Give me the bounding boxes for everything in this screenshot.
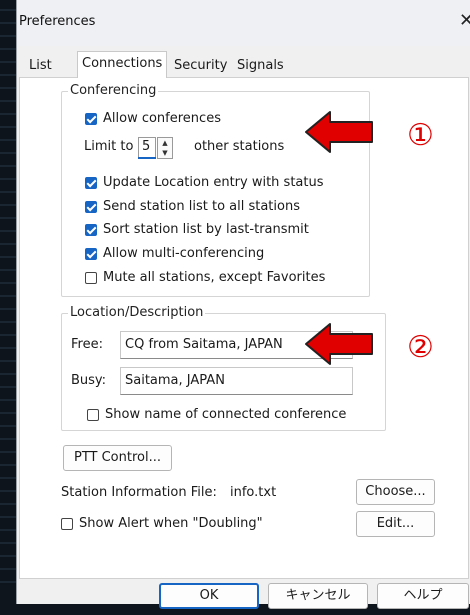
checkbox-label: Update Location entry with status [103,175,324,190]
annotation-arrow-1 [305,111,373,153]
sort-station-list-checkbox[interactable]: Sort station list by last-transmit [85,222,309,237]
tab-security[interactable]: Security [170,55,231,77]
tab-list[interactable]: List [25,55,56,77]
checkbox-box [85,112,97,125]
location-group-label: Location/Description [68,305,206,320]
tab-signals[interactable]: Signals [233,55,288,77]
cancel-button[interactable]: キャンセル [268,583,368,609]
checkbox-box [85,176,97,189]
mute-all-stations-checkbox[interactable]: Mute all stations, except Favorites [85,270,325,285]
allow-conferences-checkbox[interactable]: Allow conferences [85,111,221,126]
help-button[interactable]: ヘルプ [377,583,469,609]
checkbox-box [85,200,97,213]
checkbox-box [85,271,97,284]
limit-label: Limit to [84,139,134,154]
close-icon[interactable]: ✕ [459,10,470,31]
checkbox-box [87,408,99,421]
limit-input[interactable]: 5 [138,137,156,159]
preferences-dialog: Preferences ✕ List Connections Security … [16,0,470,609]
station-info-label: Station Information File: [61,485,217,500]
window-title: Preferences [19,14,96,29]
checkbox-box [85,223,97,236]
limit-suffix: other stations [194,139,285,154]
allow-multi-conferencing-checkbox[interactable]: Allow multi-conferencing [85,246,264,261]
stepper-up-icon[interactable]: ▲ [158,138,172,148]
update-location-checkbox[interactable]: Update Location entry with status [85,175,324,190]
checkbox-box [85,247,97,260]
edit-button[interactable]: Edit... [356,511,435,537]
conferencing-group-label: Conferencing [68,83,159,98]
show-alert-checkbox[interactable]: Show Alert when "Doubling" [61,516,263,531]
limit-stepper[interactable]: ▲ ▼ [157,137,173,159]
free-label: Free: [71,337,103,352]
background-left [0,0,16,615]
checkbox-label: Allow conferences [103,111,221,126]
show-conference-name-checkbox[interactable]: Show name of connected conference [87,407,346,422]
send-station-list-checkbox[interactable]: Send station list to all stations [85,199,300,214]
ptt-control-button[interactable]: PTT Control... [63,445,172,471]
tab-connections[interactable]: Connections [77,51,168,78]
checkbox-box [61,517,73,530]
annotation-marker-1: ① [407,118,434,153]
checkbox-label: Sort station list by last-transmit [103,222,309,237]
limit-input-focus [138,157,156,159]
checkbox-label: Show name of connected conference [105,407,347,422]
ok-button[interactable]: OK [159,583,259,609]
annotation-arrow-2 [305,323,373,365]
choose-file-button[interactable]: Choose... [356,479,435,505]
annotation-marker-2: ② [407,330,434,365]
busy-input[interactable]: Saitama, JAPAN [120,367,353,395]
title-bar: Preferences ✕ [17,0,470,46]
stepper-down-icon[interactable]: ▼ [158,148,172,158]
checkbox-label: Show Alert when "Doubling" [79,516,263,531]
checkbox-label: Mute all stations, except Favorites [103,270,326,285]
station-info-file: info.txt [230,485,277,500]
checkbox-label: Send station list to all stations [103,199,300,214]
checkbox-label: Allow multi-conferencing [103,246,265,261]
busy-label: Busy: [71,373,107,388]
